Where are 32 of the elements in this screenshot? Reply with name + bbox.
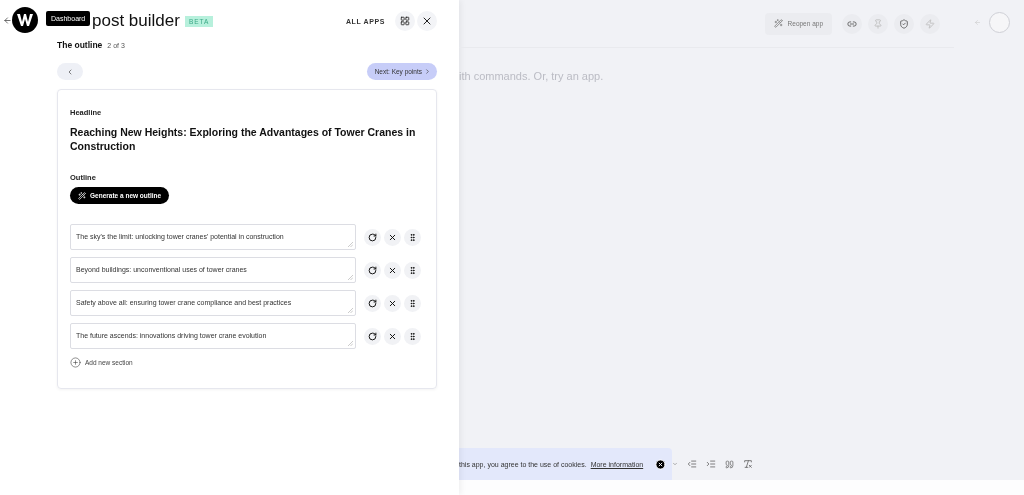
remove-icon[interactable] <box>384 327 401 345</box>
regenerate-icon[interactable] <box>364 294 381 312</box>
app-title: post builder <box>92 11 180 31</box>
shield-check-icon[interactable] <box>894 13 914 34</box>
remove-icon[interactable] <box>384 294 401 312</box>
link-icon[interactable] <box>842 13 862 34</box>
headline-text: Reaching New Heights: Exploring the Advantages of Tower Cranes in Construction <box>70 125 417 153</box>
resize-handle-icon[interactable] <box>348 341 353 346</box>
remove-icon[interactable] <box>384 228 401 246</box>
resize-handle-icon[interactable] <box>348 242 353 247</box>
drag-handle-icon[interactable] <box>404 327 421 345</box>
step-title: The outline <box>57 40 103 50</box>
remove-icon[interactable] <box>384 261 401 279</box>
drag-handle-icon[interactable] <box>404 294 421 312</box>
clear-format-icon[interactable] <box>743 459 754 469</box>
apps-grid-icon[interactable] <box>395 11 415 31</box>
quote-icon[interactable] <box>725 459 735 469</box>
chevron-right-icon[interactable] <box>424 68 431 75</box>
indent-icon[interactable] <box>706 459 717 469</box>
regenerate-icon[interactable] <box>364 228 381 246</box>
regenerate-icon[interactable] <box>364 327 381 345</box>
close-banner-icon[interactable] <box>655 458 667 470</box>
regenerate-icon[interactable] <box>364 261 381 279</box>
resize-handle-icon[interactable] <box>348 275 353 280</box>
resize-handle-icon[interactable] <box>348 308 353 313</box>
drag-handle-icon[interactable] <box>404 228 421 246</box>
outdent-icon[interactable] <box>687 459 698 469</box>
logo-icon[interactable] <box>12 7 38 33</box>
plus-circle-icon[interactable] <box>70 357 81 368</box>
back-arrow-icon[interactable] <box>3 16 12 25</box>
chevron-left-icon[interactable] <box>66 67 74 76</box>
drag-handle-icon[interactable] <box>404 261 421 279</box>
